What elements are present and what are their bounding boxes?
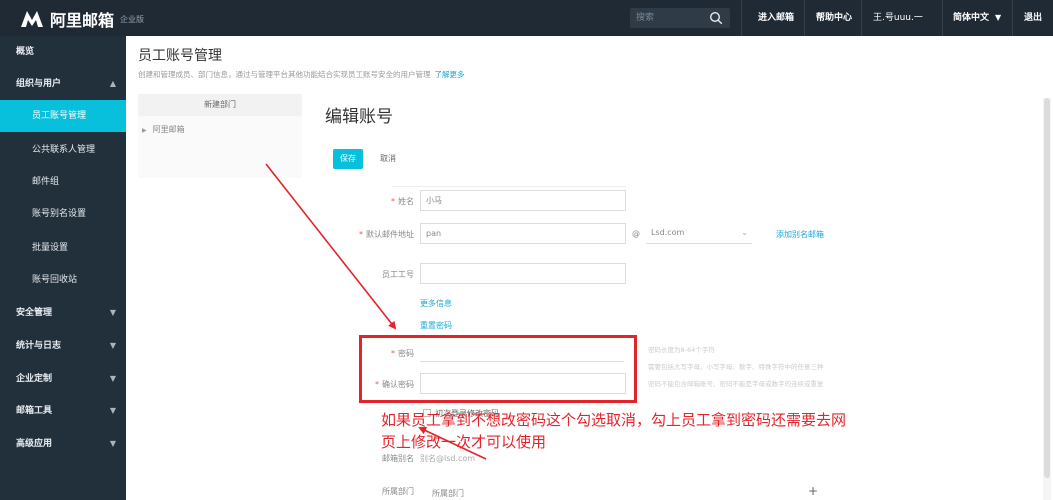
annotation-line: 如果员工拿到不想改密码这个勾选取消，勾上员工拿到密码还需要去网 [381, 411, 847, 429]
annotation-line: 页上修改一次才可以使用 [381, 433, 547, 451]
annotation-arrow [265, 163, 397, 330]
annotation-text: 如果员工拿到不想改密码这个勾选取消，勾上员工拿到密码还需要去网 页上修改一次才可… [381, 409, 921, 453]
